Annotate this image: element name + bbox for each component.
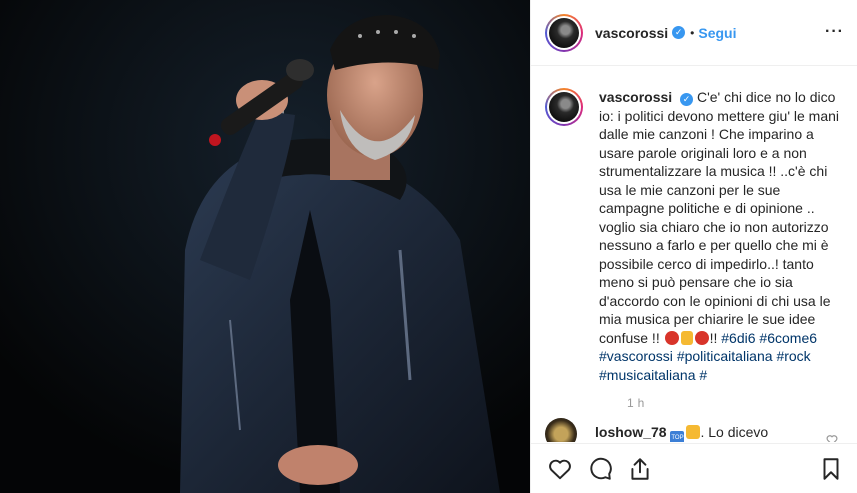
- caption-avatar[interactable]: [545, 88, 583, 126]
- hashtag-link[interactable]: #politicaitaliana: [677, 348, 773, 364]
- hashtag-link[interactable]: #6come6: [759, 330, 817, 346]
- hashtag-link[interactable]: #musicaitaliana: [599, 367, 696, 383]
- comment-body: . Lo dicevo: [700, 423, 769, 440]
- hashtag-link[interactable]: #vascorossi: [599, 348, 673, 364]
- hashtag-link[interactable]: #rock: [776, 348, 810, 364]
- caption-body-end: !!: [709, 329, 722, 346]
- hashtag-link[interactable]: #: [699, 367, 707, 383]
- hashtag-link[interactable]: #6di6: [721, 330, 755, 346]
- caption-text: vascorossi ✓ C'e' chi dice no lo dico io…: [599, 88, 841, 384]
- comment-text: loshow_78 TOP . Lo dicevo: [595, 423, 769, 442]
- comment-like-heart-icon[interactable]: [826, 434, 838, 442]
- thumbs-up-emoji-icon: [686, 424, 701, 439]
- post-caption: vascorossi ✓ C'e' chi dice no lo dico io…: [545, 88, 845, 384]
- post-side-panel: vascorossi ✓ • Segui ··· vascorossi ✓ C'…: [530, 0, 857, 493]
- comments-section: vascorossi ✓ C'e' chi dice no lo dico io…: [531, 66, 857, 442]
- author-username[interactable]: vascorossi: [595, 25, 668, 41]
- top-emoji-icon: TOP: [670, 430, 685, 442]
- commenter-avatar[interactable]: [545, 418, 577, 442]
- singer-photo-illustration: [0, 0, 530, 493]
- angry-emoji-icon: [664, 330, 679, 345]
- commenter-username[interactable]: loshow_78: [595, 424, 667, 440]
- caption-timestamp: 1 h: [627, 396, 645, 410]
- share-icon[interactable]: [627, 456, 653, 482]
- separator-dot: •: [690, 25, 695, 40]
- verified-badge-icon: ✓: [672, 26, 686, 39]
- caption-verified-badge-icon: ✓: [680, 92, 694, 106]
- angry-emoji-icon: [694, 330, 709, 345]
- more-options-icon[interactable]: ···: [825, 24, 844, 40]
- bookmark-icon[interactable]: [818, 456, 844, 482]
- post-photo[interactable]: [0, 0, 530, 493]
- author-avatar[interactable]: [545, 13, 583, 52]
- horns-hand-emoji-icon: [680, 330, 693, 345]
- comment-icon[interactable]: [587, 456, 613, 482]
- comment-item: loshow_78 TOP . Lo dicevo: [545, 418, 855, 442]
- caption-body: C'e' chi dice no lo dico io: i politici …: [599, 89, 840, 346]
- follow-button[interactable]: Segui: [698, 25, 736, 41]
- action-bar: [531, 443, 857, 493]
- heart-icon[interactable]: [547, 456, 573, 482]
- instagram-post: vascorossi ✓ • Segui ··· vascorossi ✓ C'…: [0, 0, 857, 493]
- post-header: vascorossi ✓ • Segui ···: [531, 0, 857, 66]
- caption-username[interactable]: vascorossi: [599, 89, 672, 105]
